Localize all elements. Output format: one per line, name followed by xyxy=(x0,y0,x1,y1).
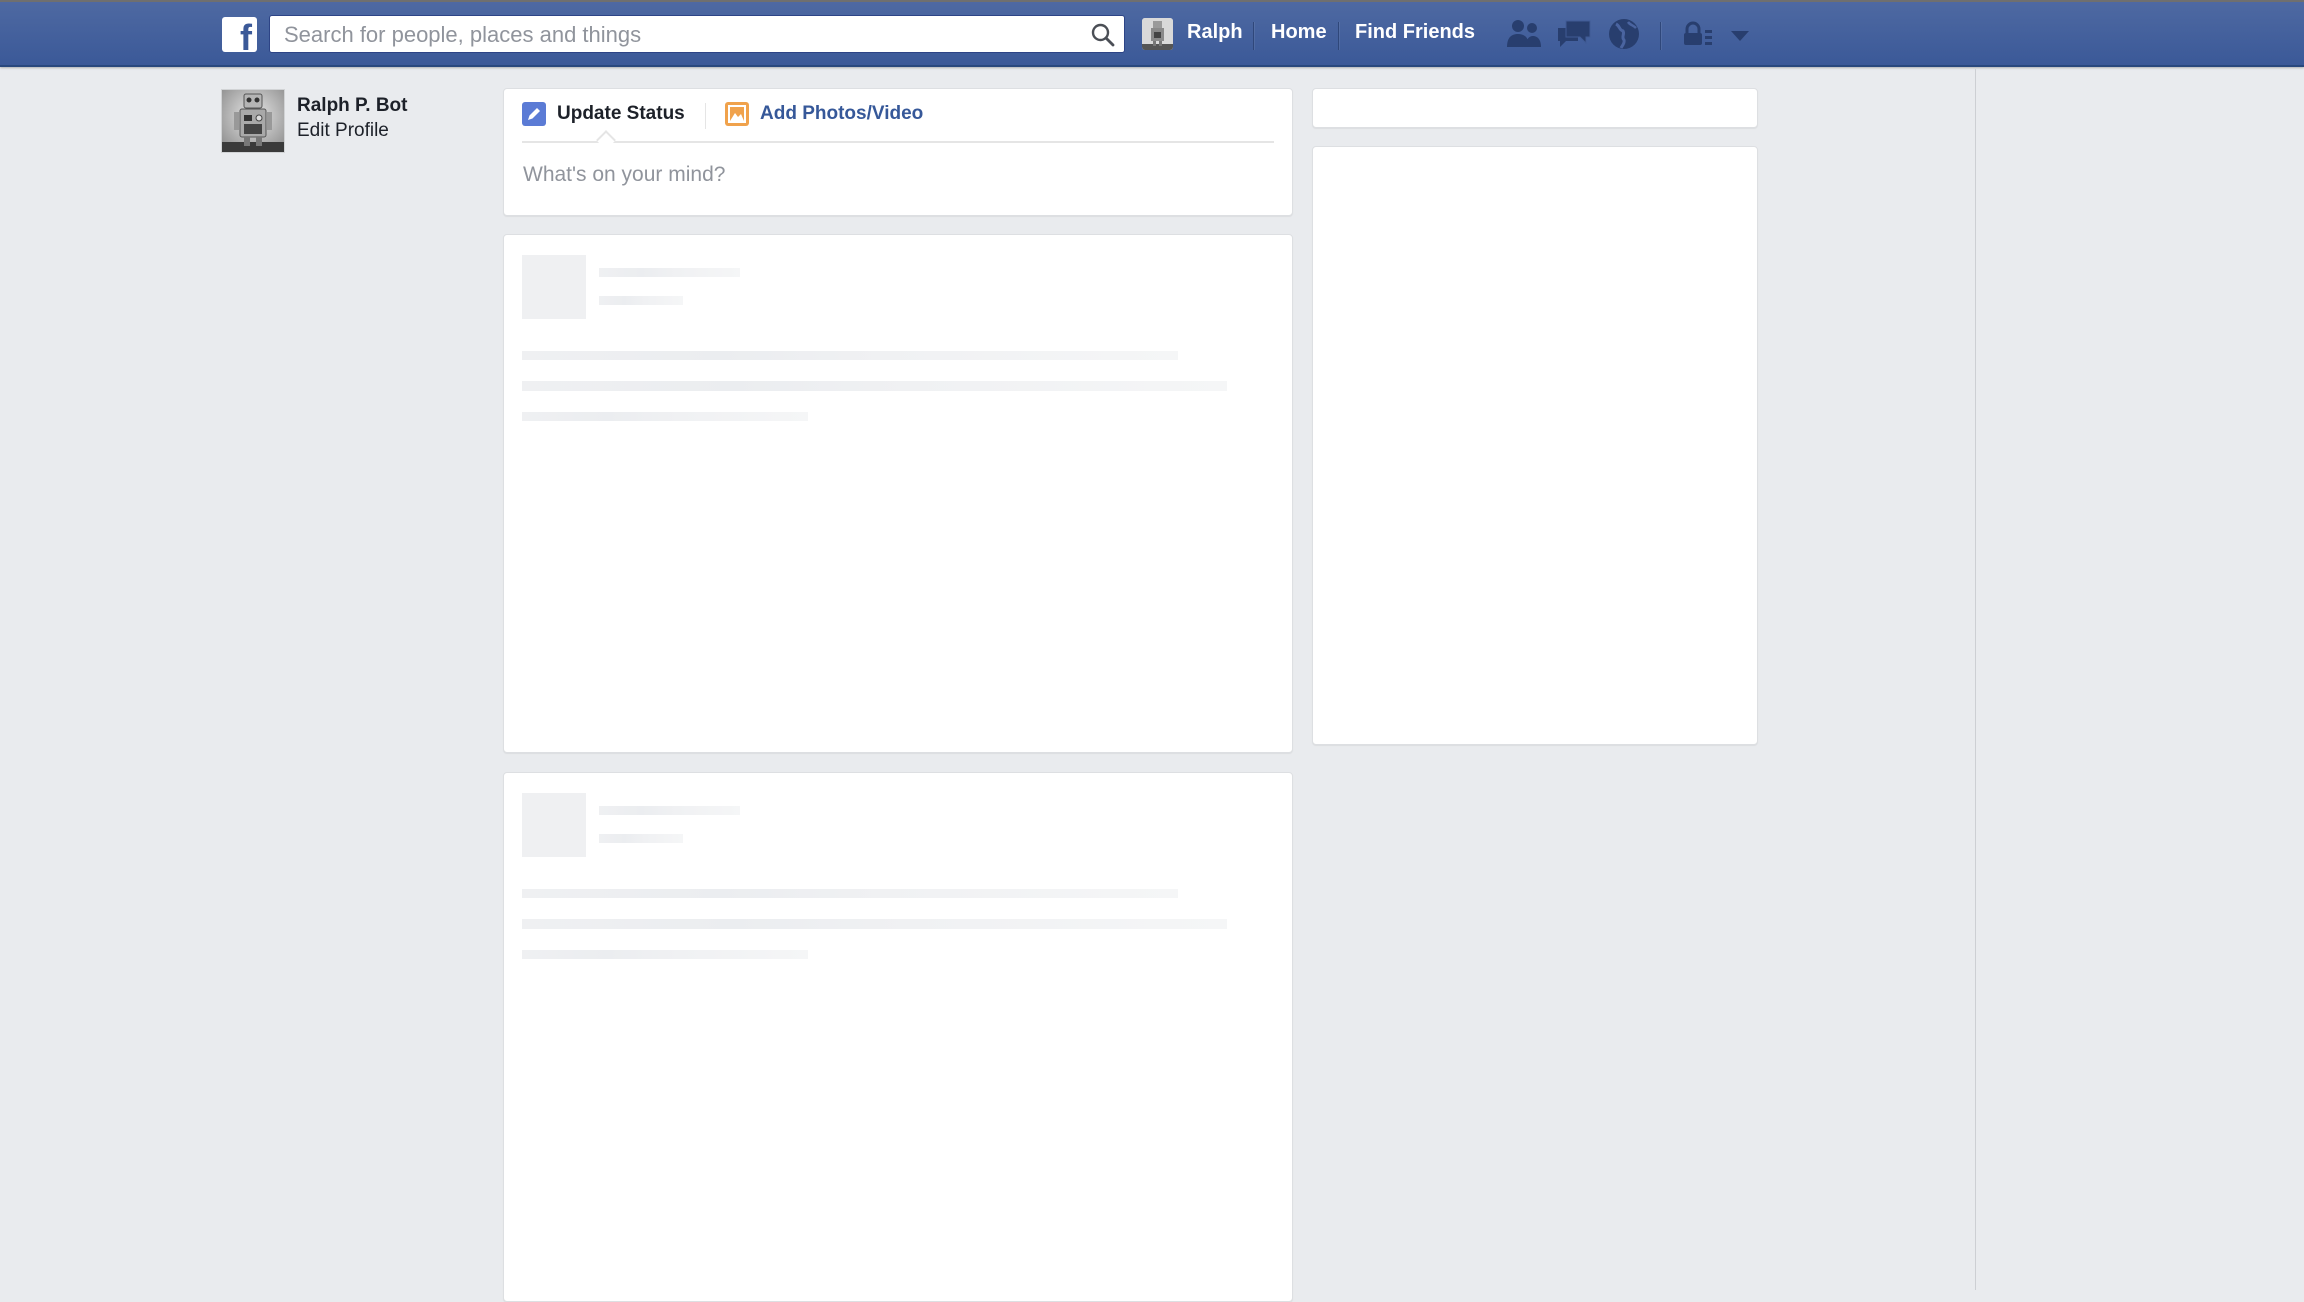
placeholder-avatar xyxy=(522,255,586,319)
nav-separator xyxy=(1660,22,1661,50)
profile-name-link[interactable]: Ralph P. Bot xyxy=(297,95,408,117)
status-input[interactable] xyxy=(521,161,1265,201)
nav-separator xyxy=(1338,22,1339,50)
notifications-globe-icon[interactable] xyxy=(1606,16,1642,52)
placeholder-line xyxy=(599,834,683,843)
messages-icon[interactable] xyxy=(1556,16,1592,52)
active-tab-caret xyxy=(596,130,616,150)
pencil-icon xyxy=(522,102,546,126)
status-composer: Update Status Add Photos/Video xyxy=(503,88,1293,216)
tab-separator xyxy=(705,103,706,129)
placeholder-line xyxy=(522,412,808,421)
composer-tab-underline xyxy=(522,141,1274,143)
placeholder-line xyxy=(522,889,1178,898)
placeholder-line xyxy=(522,381,1227,391)
tab-update-status-label: Update Status xyxy=(557,103,685,124)
nav-separator xyxy=(1253,22,1254,50)
edit-profile-link[interactable]: Edit Profile xyxy=(297,120,389,142)
search-box xyxy=(269,15,1125,54)
feed-story-loading-placeholder xyxy=(503,772,1293,1302)
right-column-box-top xyxy=(1312,88,1758,128)
tab-add-photos-video-label: Add Photos/Video xyxy=(760,103,924,124)
placeholder-line xyxy=(522,351,1178,360)
facebook-logo-glyph: f xyxy=(240,17,252,53)
tab-update-status[interactable]: Update Status xyxy=(522,102,685,126)
chat-sidebar-divider xyxy=(1975,69,1976,1290)
placeholder-avatar xyxy=(522,793,586,857)
facebook-logo[interactable]: f xyxy=(222,17,257,52)
nav-user-avatar[interactable] xyxy=(1142,18,1173,50)
account-dropdown-icon[interactable] xyxy=(1728,16,1752,52)
placeholder-line xyxy=(599,296,683,305)
friend-requests-icon[interactable] xyxy=(1505,16,1543,52)
tab-add-photos-video[interactable]: Add Photos/Video xyxy=(725,102,923,126)
placeholder-line xyxy=(599,806,740,815)
feed-story-loading-placeholder xyxy=(503,234,1293,753)
placeholder-line xyxy=(522,919,1227,929)
nav-find-friends-link[interactable]: Find Friends xyxy=(1355,21,1475,44)
profile-avatar[interactable] xyxy=(221,89,285,153)
search-input[interactable] xyxy=(282,16,1066,54)
privacy-shortcuts-icon[interactable] xyxy=(1681,16,1715,52)
nav-home-link[interactable]: Home xyxy=(1271,21,1327,44)
right-column-box-main xyxy=(1312,146,1758,745)
placeholder-line xyxy=(522,950,808,959)
search-icon[interactable] xyxy=(1090,22,1116,48)
photo-icon xyxy=(725,102,749,126)
robot-avatar-icon xyxy=(222,90,284,152)
top-navigation-bar: f Ralph Home Find Friends xyxy=(0,0,2304,67)
robot-avatar-icon xyxy=(1142,18,1173,50)
nav-profile-link[interactable]: Ralph xyxy=(1187,21,1243,44)
placeholder-line xyxy=(599,268,740,277)
